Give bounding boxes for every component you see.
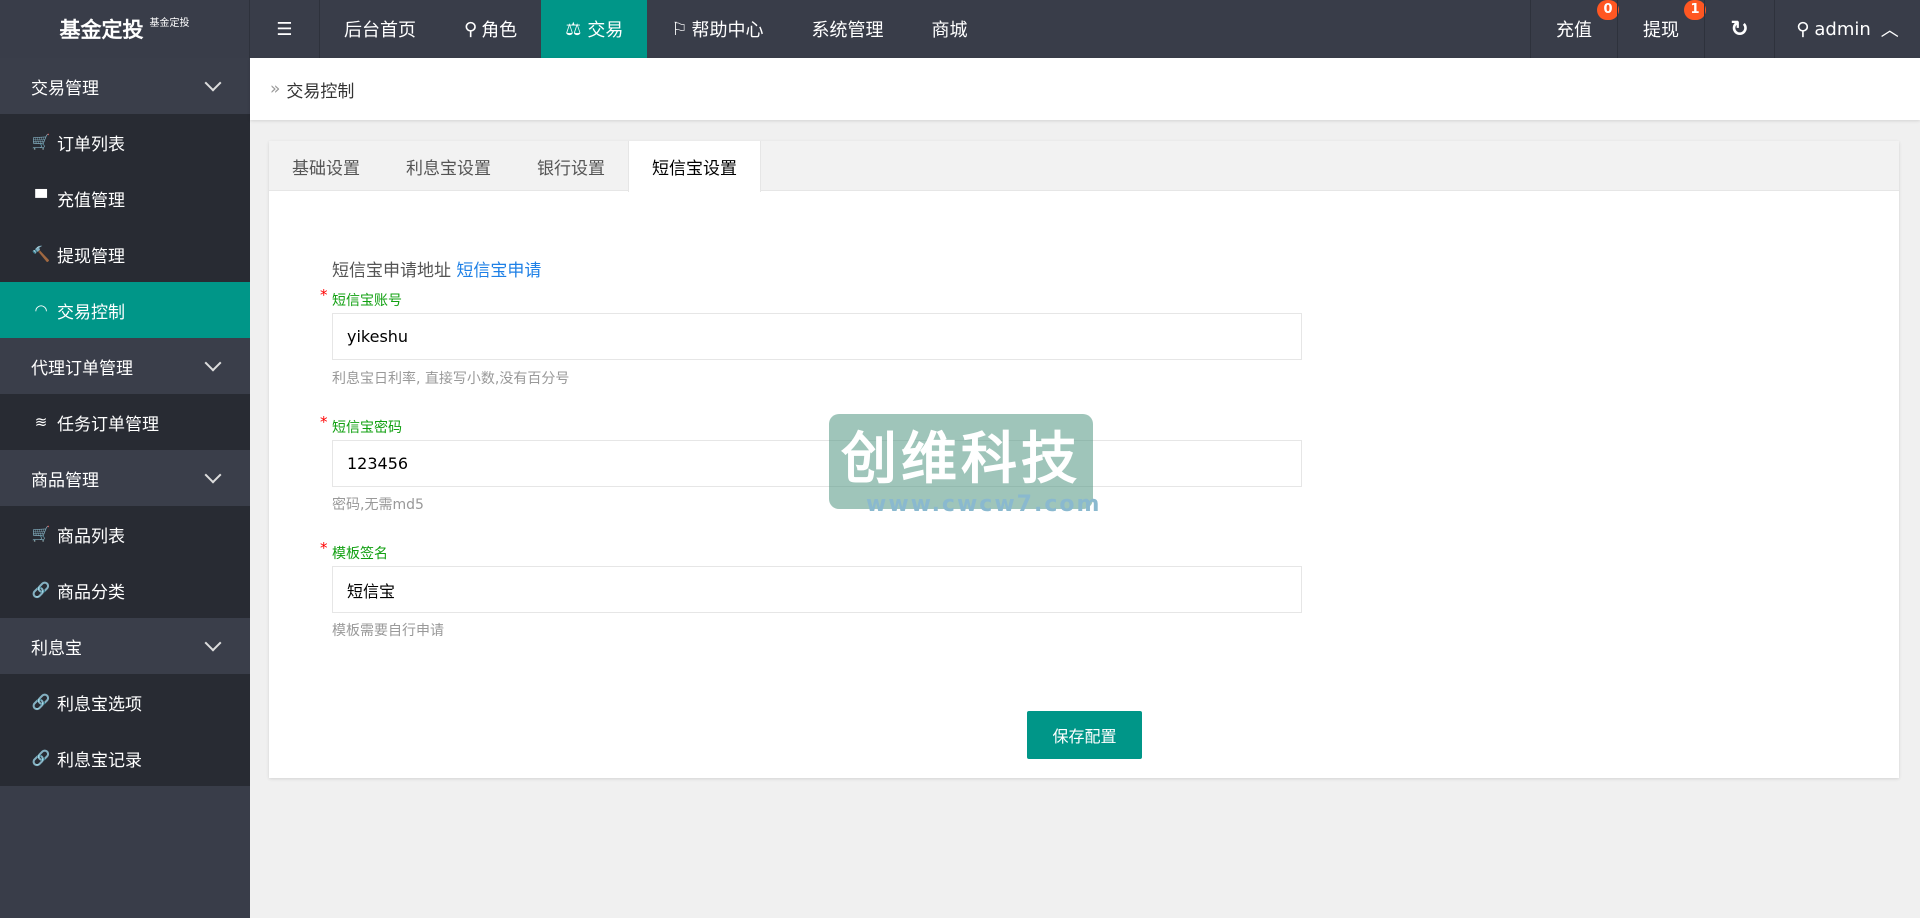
withdraw-badge: 1 — [1684, 0, 1706, 20]
password-label: * 短信宝密码 — [320, 413, 402, 436]
tab-bank[interactable]: 银行设置 — [514, 141, 628, 191]
menu-item-icon: 🔨 — [31, 245, 51, 263]
recharge-badge: 0 — [1597, 0, 1619, 20]
menu-item-icon: 🔗 — [31, 581, 51, 599]
scale-icon: ⚖ — [565, 18, 582, 40]
menu-item-icon: 🔗 — [31, 693, 51, 711]
menu-item-icon: 🛒 — [31, 525, 51, 543]
nav-home[interactable]: 后台首页 — [320, 0, 440, 58]
sidebar-item[interactable]: 🔗 利息宝选项 — [0, 674, 250, 730]
sidebar-submenu: 🔗 利息宝选项 🔗 利息宝记录 — [0, 674, 250, 786]
nav-trade[interactable]: ⚖ 交易 — [541, 0, 648, 58]
sidebar: 交易管理 🛒 订单列表 ▀ 充值管理 🔨 提现管理 ◠ 交易控制 代理订单管理 ≋ 任务订单管理 商品管… — [0, 58, 250, 918]
user-icon: ⚲ — [464, 18, 478, 40]
top-bar: 基金定投 基金定投 ☰ 后台首页 ⚲ 角色 ⚖ 交易 ⚐ 帮助中心 系统管理 商城 充值… — [0, 0, 1920, 58]
menu-item-icon: ▀ — [35, 189, 47, 207]
breadcrumb: » 交易控制 — [250, 58, 1920, 120]
sidebar-group[interactable]: 交易管理 — [0, 58, 250, 114]
menu-item-icon: 🛒 — [31, 133, 51, 151]
sms-apply-address: 短信宝申请地址 短信宝申请 — [332, 261, 542, 281]
chevron-down-icon — [204, 354, 222, 372]
sidebar-submenu: ≋ 任务订单管理 — [0, 394, 250, 450]
sidebar-item[interactable]: 🛒 订单列表 — [0, 114, 250, 170]
password-help: 密码,无需md5 — [332, 497, 424, 513]
sidebar-group[interactable]: 代理订单管理 — [0, 338, 250, 394]
chevron-down-icon — [204, 74, 222, 92]
user-menu[interactable]: ⚲ admin ︿ — [1774, 0, 1920, 58]
sms-apply-link[interactable]: 短信宝申请 — [456, 261, 541, 281]
chevron-up-icon: ︿ — [1880, 20, 1899, 41]
account-help: 利息宝日利率, 直接写小数,没有百分号 — [332, 371, 570, 387]
sidebar-item[interactable]: 🔨 提现管理 — [0, 226, 250, 282]
recharge-button[interactable]: 充值 0 — [1530, 0, 1619, 58]
account-label: * 短信宝账号 — [320, 286, 402, 309]
withdraw-button[interactable]: 提现 1 — [1617, 0, 1706, 58]
tab-basic[interactable]: 基础设置 — [269, 141, 383, 191]
sidebar-group[interactable]: 利息宝 — [0, 618, 250, 674]
logo: 基金定投 基金定投 — [0, 0, 250, 58]
menu-toggle-icon[interactable]: ☰ — [250, 0, 320, 58]
signature-input[interactable] — [332, 566, 1302, 613]
flag-icon: ⚐ — [671, 18, 688, 40]
sidebar-item[interactable]: 🔗 利息宝记录 — [0, 730, 250, 786]
watermark-url: www.cwcw7.com — [866, 492, 1102, 517]
password-input[interactable] — [332, 440, 1302, 487]
save-config-button[interactable]: 保存配置 — [1027, 711, 1142, 759]
account-input[interactable] — [332, 313, 1302, 360]
tabs: 基础设置 利息宝设置 银行设置 短信宝设置 — [269, 141, 1899, 192]
signature-label: * 模板签名 — [320, 539, 388, 562]
menu-item-icon: ≋ — [34, 413, 48, 431]
sidebar-item[interactable]: ◠ 交易控制 — [0, 282, 250, 338]
nav-help[interactable]: ⚐ 帮助中心 — [647, 0, 787, 58]
sidebar-submenu: 🛒 商品列表 🔗 商品分类 — [0, 506, 250, 618]
sidebar-item[interactable]: 🔗 商品分类 — [0, 562, 250, 618]
sidebar-submenu: 🛒 订单列表 ▀ 充值管理 🔨 提现管理 ◠ 交易控制 — [0, 114, 250, 338]
nav-role[interactable]: ⚲ 角色 — [440, 0, 541, 58]
nav-mall[interactable]: 商城 — [907, 0, 991, 58]
sidebar-item[interactable]: ▀ 充值管理 — [0, 170, 250, 226]
tab-interest[interactable]: 利息宝设置 — [383, 141, 514, 191]
chevron-down-icon — [204, 634, 222, 652]
refresh-icon[interactable]: ↻ — [1704, 0, 1774, 58]
nav-system[interactable]: 系统管理 — [787, 0, 907, 58]
double-chevron-icon: » — [270, 79, 281, 99]
menu-item-icon: 🔗 — [31, 749, 51, 767]
sidebar-item[interactable]: 🛒 商品列表 — [0, 506, 250, 562]
menu-item-icon: ◠ — [34, 301, 48, 319]
signature-help: 模板需要自行申请 — [332, 623, 444, 639]
top-nav: ☰ 后台首页 ⚲ 角色 ⚖ 交易 ⚐ 帮助中心 系统管理 商城 — [250, 0, 991, 58]
chevron-down-icon — [204, 466, 222, 484]
user-icon: ⚲ — [1796, 18, 1810, 40]
tab-sms[interactable]: 短信宝设置 — [628, 141, 761, 192]
sidebar-item[interactable]: ≋ 任务订单管理 — [0, 394, 250, 450]
sidebar-group[interactable]: 商品管理 — [0, 450, 250, 506]
